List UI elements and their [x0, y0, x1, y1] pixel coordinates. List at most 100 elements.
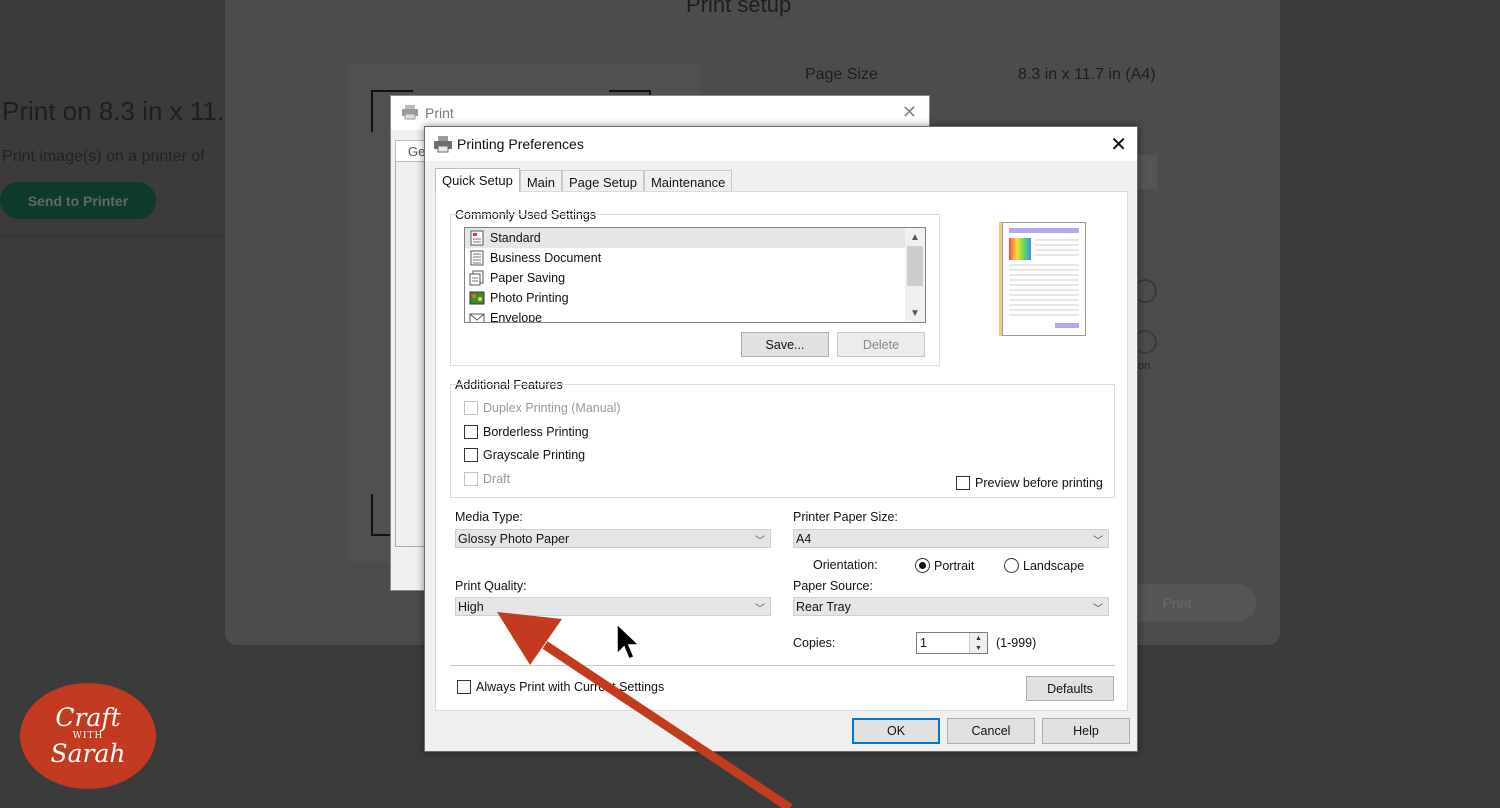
grayscale-printing-checkbox[interactable]: Grayscale Printing — [464, 448, 585, 462]
print-dialog-titlebar: Print — [391, 96, 929, 130]
preferences-titlebar: Printing Preferences ✕ — [425, 127, 1137, 161]
printer-paper-size-value: A4 — [796, 531, 812, 546]
list-item-label: Envelope — [490, 311, 543, 323]
print-dialog-title: Print — [425, 105, 454, 121]
borderless-printing-label: Borderless Printing — [483, 425, 589, 439]
list-item-label: Paper Saving — [490, 271, 566, 285]
list-item-label: Photo Printing — [490, 291, 569, 305]
tab-maintenance[interactable]: Maintenance — [643, 170, 733, 192]
spin-up-icon[interactable]: ▲ — [970, 633, 987, 643]
paper-source-label: Paper Source: — [793, 579, 873, 593]
business-doc-icon — [469, 250, 485, 266]
portrait-label: Portrait — [934, 558, 975, 573]
list-item[interactable]: Envelope — [465, 308, 905, 323]
radio-circle[interactable] — [1004, 558, 1019, 573]
copies-value[interactable]: 1 — [920, 636, 927, 650]
chevron-down-icon: ﹀ — [1093, 536, 1103, 547]
checkbox-box[interactable] — [464, 472, 478, 486]
checkbox-box[interactable] — [457, 680, 471, 694]
save-button[interactable]: Save... — [741, 332, 829, 357]
copies-stepper[interactable]: 1 ▲ ▼ — [916, 632, 988, 654]
media-type-dropdown[interactable]: Glossy Photo Paper ﹀ — [455, 529, 771, 548]
draft-label: Draft — [483, 472, 511, 486]
list-item[interactable]: Business Document — [465, 248, 905, 268]
delete-button[interactable]: Delete — [837, 332, 925, 357]
duplex-printing-checkbox[interactable]: Duplex Printing (Manual) — [464, 401, 621, 415]
checkbox-box[interactable] — [464, 448, 478, 462]
paper-source-value: Rear Tray — [796, 599, 851, 614]
list-item[interactable]: Paper Saving — [465, 268, 905, 288]
preferences-tabs: Quick Setup Main Page Setup Maintenance — [435, 168, 733, 192]
tab-main[interactable]: Main — [519, 170, 563, 192]
cancel-button[interactable]: Cancel — [947, 718, 1035, 744]
always-print-current-settings-label: Always Print with Current Settings — [476, 680, 665, 694]
background-partial-label: on — [1138, 360, 1151, 372]
portrait-radio[interactable]: Portrait — [915, 558, 974, 573]
tab-quick-setup[interactable]: Quick Setup — [435, 168, 520, 192]
copies-range: (1-999) — [996, 636, 1037, 650]
list-item[interactable]: Standard — [465, 228, 905, 248]
background-subtext: Print image(s) on a printer of — [2, 148, 205, 165]
borderless-printing-checkbox[interactable]: Borderless Printing — [464, 425, 589, 439]
background-title: Print setup — [686, 0, 792, 17]
ok-button[interactable]: OK — [852, 718, 940, 744]
printing-preferences-dialog: Printing Preferences ✕ Quick Setup Main … — [424, 126, 1138, 752]
spin-down-icon[interactable]: ▼ — [970, 643, 987, 653]
page-size-label: Page Size — [805, 66, 878, 83]
landscape-radio[interactable]: Landscape — [1004, 558, 1084, 573]
envelope-icon — [469, 310, 485, 322]
paper-source-dropdown[interactable]: Rear Tray ﹀ — [793, 597, 1109, 616]
orientation-label: Orientation: — [813, 558, 878, 572]
scroll-down-icon[interactable]: ▼ — [905, 304, 925, 322]
printer-paper-size-label: Printer Paper Size: — [793, 510, 898, 524]
preferences-title: Printing Preferences — [457, 136, 584, 152]
craft-with-sarah-logo: Craft WITH Sarah — [20, 683, 156, 789]
scroll-up-icon[interactable]: ▲ — [905, 228, 925, 246]
chevron-down-icon: ﹀ — [755, 604, 765, 615]
printer-paper-size-dropdown[interactable]: A4 ﹀ — [793, 529, 1109, 548]
checkbox-box[interactable] — [464, 425, 478, 439]
background-field — [1135, 155, 1157, 189]
close-icon[interactable]: ✕ — [1110, 132, 1127, 157]
commonly-used-settings-list[interactable]: Standard Business Document Paper Saving … — [464, 227, 926, 323]
tab-page-setup[interactable]: Page Setup — [562, 170, 644, 192]
photo-printing-icon — [469, 290, 485, 306]
defaults-button[interactable]: Defaults — [1026, 676, 1114, 701]
mouse-cursor-icon — [616, 622, 641, 660]
quick-setup-panel: Commonly Used Settings Standard Business… — [435, 191, 1128, 711]
chevron-down-icon: ﹀ — [755, 536, 765, 547]
duplex-printing-label: Duplex Printing (Manual) — [483, 401, 621, 415]
printer-icon — [433, 135, 453, 153]
always-print-current-settings-checkbox[interactable]: Always Print with Current Settings — [457, 680, 664, 694]
radio-circle[interactable] — [915, 558, 930, 573]
background-divider — [0, 236, 225, 237]
scroll-thumb[interactable] — [907, 246, 923, 286]
print-dialog-close-icon[interactable]: ✕ — [902, 102, 917, 123]
send-to-printer-button[interactable]: Send to Printer — [0, 182, 156, 219]
copies-label: Copies: — [793, 636, 836, 650]
media-type-label: Media Type: — [455, 510, 523, 524]
page-preview-image — [1002, 222, 1086, 336]
landscape-label: Landscape — [1023, 558, 1085, 573]
print-quality-dropdown[interactable]: High ﹀ — [455, 597, 771, 616]
copies-spin-buttons: ▲ ▼ — [969, 633, 987, 653]
radio-selected-dot — [919, 562, 926, 569]
draft-checkbox[interactable]: Draft — [464, 472, 510, 486]
paper-saving-icon — [469, 270, 485, 286]
page-size-value: 8.3 in x 11.7 in (A4) — [1018, 66, 1156, 83]
chevron-down-icon: ﹀ — [1093, 604, 1103, 615]
media-type-value: Glossy Photo Paper — [458, 531, 570, 546]
checkbox-box[interactable] — [464, 401, 478, 415]
list-item-label: Business Document — [490, 251, 602, 265]
logo-line-1: Craft — [55, 703, 121, 732]
standard-doc-icon — [469, 230, 485, 246]
print-quality-label: Print Quality: — [455, 579, 527, 593]
print-quality-value: High — [458, 599, 484, 614]
logo-line-2: Sarah — [50, 739, 126, 768]
separator — [450, 665, 1115, 666]
list-scrollbar[interactable]: ▲ ▼ — [905, 228, 925, 322]
grayscale-printing-label: Grayscale Printing — [483, 448, 586, 462]
list-item-label: Standard — [490, 231, 541, 245]
list-item[interactable]: Photo Printing — [465, 288, 905, 308]
help-button[interactable]: Help — [1042, 718, 1130, 744]
